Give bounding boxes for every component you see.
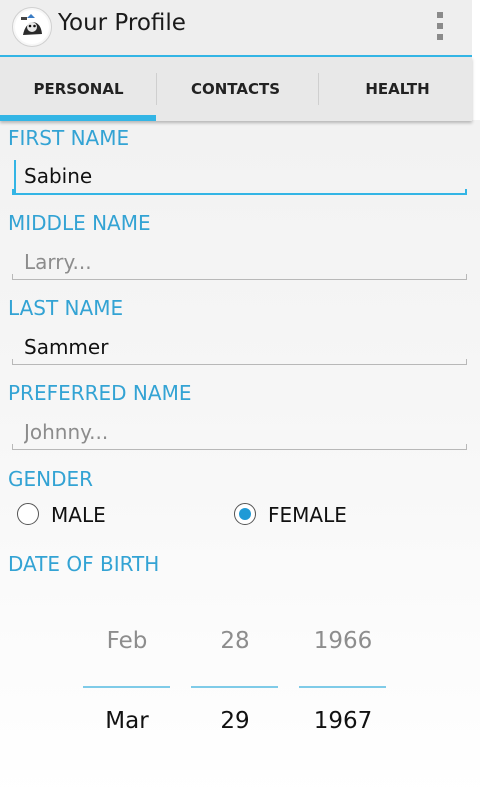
preferred-name-label: PREFERRED NAME — [8, 381, 192, 405]
year-picker-selected[interactable]: 1967 — [299, 708, 387, 734]
month-picker-previous[interactable]: Feb — [83, 628, 171, 654]
preferred-name-field[interactable] — [12, 414, 467, 450]
action-bar-divider — [0, 55, 472, 57]
tab-health[interactable]: HEALTH — [319, 57, 476, 121]
last-name-label: LAST NAME — [8, 296, 124, 320]
middle-name-field[interactable] — [12, 244, 467, 280]
first-name-label: FIRST NAME — [8, 126, 130, 150]
overflow-menu-icon[interactable] — [432, 12, 448, 42]
month-picker-divider — [83, 686, 170, 688]
text-cursor — [14, 160, 16, 194]
first-name-field[interactable] — [12, 158, 467, 194]
first-name-underline — [12, 189, 467, 195]
day-picker-divider — [191, 686, 278, 688]
preferred-name-underline — [12, 444, 467, 450]
month-picker-selected[interactable]: Mar — [83, 708, 171, 734]
last-name-field[interactable] — [12, 329, 467, 365]
last-name-underline — [12, 359, 467, 365]
tab-personal[interactable]: PERSONAL — [0, 57, 157, 121]
date-of-birth-label: DATE OF BIRTH — [8, 552, 160, 576]
year-picker-previous[interactable]: 1966 — [299, 628, 387, 654]
gender-label: GENDER — [8, 467, 94, 491]
app-title: Your Profile — [58, 10, 186, 36]
day-picker-selected[interactable]: 29 — [191, 708, 279, 734]
tab-selected-indicator — [0, 115, 156, 121]
day-picker-previous[interactable]: 28 — [191, 628, 279, 654]
gender-female-label[interactable]: FEMALE — [268, 503, 347, 527]
app-logo-icon[interactable] — [12, 7, 52, 47]
year-picker-divider — [299, 686, 386, 688]
gender-male-radio[interactable] — [17, 503, 39, 525]
middle-name-label: MIDDLE NAME — [8, 211, 151, 235]
middle-name-underline — [12, 274, 467, 280]
tab-bar: PERSONAL CONTACTS HEALTH — [0, 57, 472, 121]
gender-male-label[interactable]: MALE — [51, 503, 106, 527]
gender-female-radio[interactable] — [234, 503, 256, 525]
action-bar: Your Profile — [0, 0, 472, 55]
tab-contacts[interactable]: CONTACTS — [157, 57, 314, 121]
